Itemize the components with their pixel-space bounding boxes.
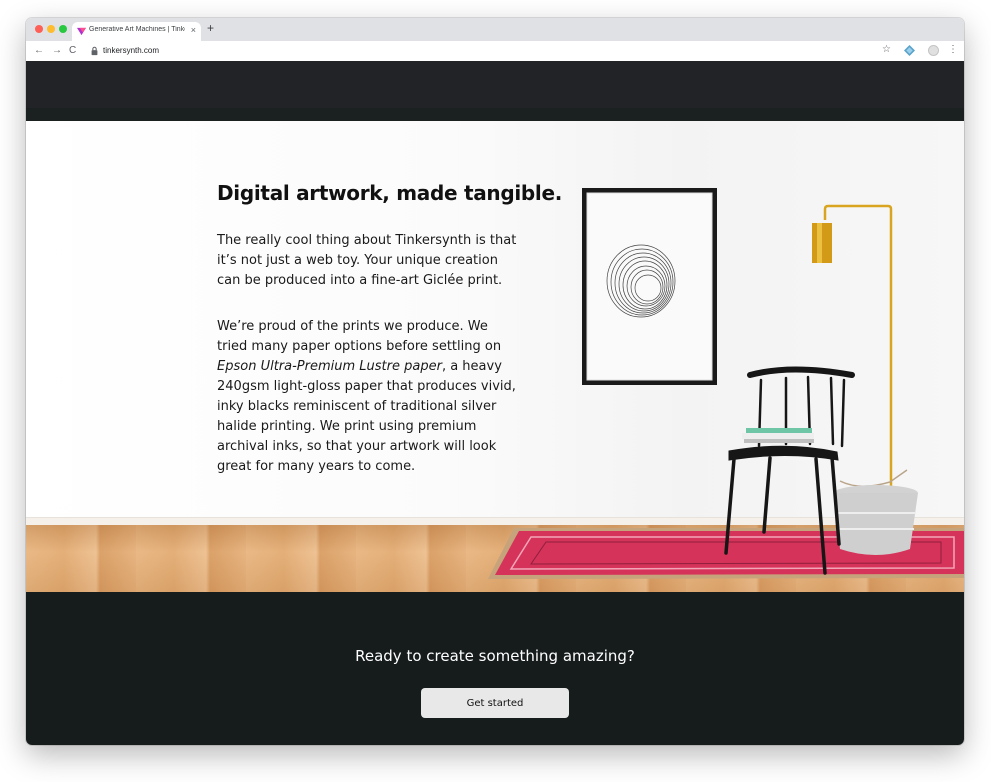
site-header xyxy=(26,61,964,108)
reload-button[interactable]: C xyxy=(69,45,76,56)
paper-name: Epson Ultra-Premium Lustre paper xyxy=(217,359,442,374)
page-viewport: Digital artwork, made tangible. The real… xyxy=(26,61,964,745)
paper-paragraph: We’re proud of the prints we produce. We… xyxy=(217,317,517,477)
tab-strip: Generative Art Machines | Tinkersynth × … xyxy=(26,18,964,41)
floor-lamp xyxy=(812,204,893,486)
close-window-button[interactable] xyxy=(35,25,43,33)
maximize-window-button[interactable] xyxy=(59,25,67,33)
menu-icon[interactable]: ⋮ xyxy=(948,44,958,56)
browser-window: Generative Art Machines | Tinkersynth × … xyxy=(26,18,964,745)
books xyxy=(742,428,814,443)
back-button[interactable]: ← xyxy=(34,45,44,56)
tab-close-icon[interactable]: × xyxy=(191,25,196,36)
url-input[interactable]: tinkersynth.com xyxy=(103,46,159,55)
tab-title: Generative Art Machines | Tinkersynth xyxy=(89,26,185,33)
get-started-button[interactable]: Get started xyxy=(421,688,569,718)
extension-icon[interactable] xyxy=(904,45,915,56)
profile-avatar-icon[interactable] xyxy=(928,45,939,56)
cta-section: Ready to create something amazing? Get s… xyxy=(26,592,964,745)
bookmark-star-icon[interactable]: ☆ xyxy=(882,44,891,55)
basket xyxy=(834,469,918,555)
address-toolbar: ← → C tinkersynth.com ☆ ⋮ xyxy=(26,41,964,62)
new-tab-button[interactable]: + xyxy=(207,22,214,35)
framed-print xyxy=(582,188,717,385)
browser-tab[interactable]: Generative Art Machines | Tinkersynth × xyxy=(72,22,201,41)
minimize-window-button[interactable] xyxy=(47,25,55,33)
forward-button[interactable]: → xyxy=(52,45,62,56)
intro-paragraph: The really cool thing about Tinkersynth … xyxy=(217,233,517,288)
print-section: Digital artwork, made tangible. The real… xyxy=(26,121,964,592)
tinkersynth-favicon-icon xyxy=(77,27,86,36)
header-divider xyxy=(26,108,964,121)
section-heading: Digital artwork, made tangible. xyxy=(217,181,563,205)
cta-title: Ready to create something amazing? xyxy=(355,647,635,665)
lock-icon xyxy=(91,46,98,56)
paper-paragraph-lead: We’re proud of the prints we produce. We… xyxy=(217,319,502,354)
paper-paragraph-rest: , a heavy 240gsm light-gloss paper that … xyxy=(217,359,516,474)
